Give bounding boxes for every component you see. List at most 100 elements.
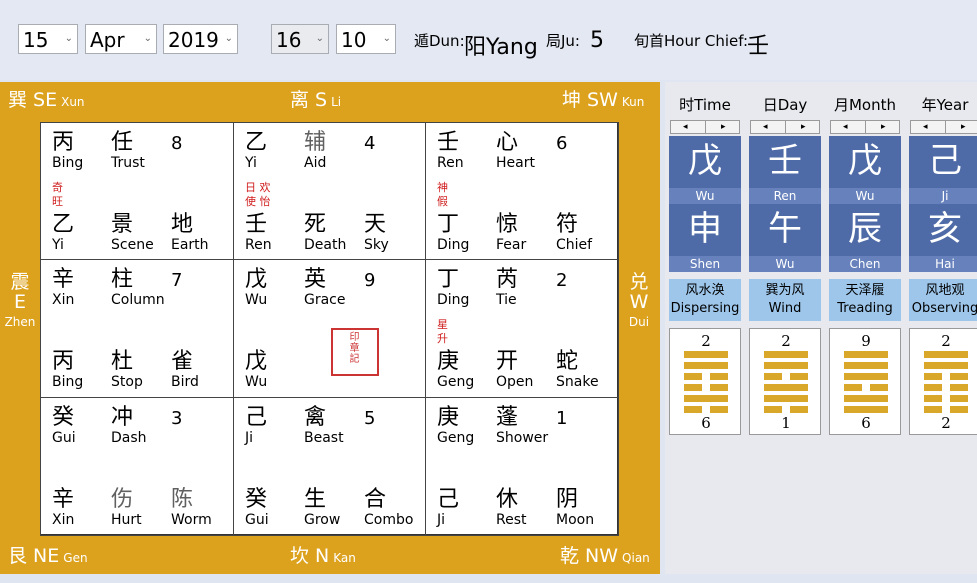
step-left-icon[interactable]: ◂ bbox=[683, 122, 688, 132]
hour-chief-value: 壬 bbox=[747, 34, 770, 59]
heaven-stem: 丙 bbox=[52, 130, 75, 155]
pillar-stem: 戊 Wu bbox=[829, 136, 901, 204]
hexagram-line bbox=[684, 406, 728, 413]
red-note-1: 星 bbox=[437, 318, 448, 331]
deity: 蛇 bbox=[556, 349, 579, 374]
step-right-icon[interactable]: ▸ bbox=[961, 122, 966, 132]
step-left-icon[interactable]: ◂ bbox=[763, 122, 768, 132]
deity: 符 bbox=[556, 212, 579, 237]
hour-select[interactable]: 16 ⌄ bbox=[271, 24, 329, 54]
star-name: Grace bbox=[304, 292, 346, 308]
earth-stem: 丁 bbox=[437, 212, 460, 237]
earth-stem-pinyin: Wu bbox=[245, 374, 268, 390]
dir-text: 坎 N bbox=[290, 545, 330, 567]
heaven-stem: 辛 bbox=[52, 267, 75, 292]
dir-pinyin: Li bbox=[331, 95, 342, 109]
hexagram-lines bbox=[924, 351, 968, 417]
door: 伤 bbox=[111, 487, 134, 512]
palace-cell: 庚 Geng 蓬 Shower 1 己 Ji 休 Rest 阴 Moon bbox=[425, 397, 619, 536]
hexagram-name: 巽为风 Wind bbox=[749, 279, 821, 321]
hexagram-top-number: 2 bbox=[701, 332, 711, 350]
dir-pinyin: Dui bbox=[628, 315, 650, 329]
stem-char: 戊 bbox=[848, 141, 882, 181]
step-right-icon[interactable]: ▸ bbox=[721, 122, 726, 132]
hexagram-english: Observing bbox=[911, 301, 977, 316]
hexagram-top-number: 2 bbox=[781, 332, 791, 350]
day-select[interactable]: 15 ⌄ bbox=[18, 24, 78, 54]
deity: 合 bbox=[364, 487, 387, 512]
star-name: Dash bbox=[111, 430, 147, 446]
dir-pinyin: Xun bbox=[61, 95, 85, 109]
deity-name: Moon bbox=[556, 512, 595, 528]
dir-text: 乾 NW bbox=[560, 545, 619, 567]
hexagram-line bbox=[844, 351, 888, 358]
branch-pinyin: Hai bbox=[909, 256, 977, 272]
dir-text: 巽 SE bbox=[8, 89, 58, 111]
red-note-2: 假 bbox=[437, 195, 448, 208]
hexagram-line bbox=[684, 373, 728, 380]
hexagram-line bbox=[924, 384, 968, 391]
pillar-branch: 亥 Hai bbox=[909, 204, 977, 272]
heaven-stem-pinyin: Geng bbox=[437, 430, 475, 446]
direction-n: 坎 N Kan bbox=[290, 546, 356, 568]
palace-number: 2 bbox=[556, 270, 568, 291]
star: 蓬 bbox=[496, 405, 519, 430]
hexagram-line bbox=[844, 362, 888, 369]
direction-sw: 坤 SW Kun bbox=[562, 90, 644, 112]
step-left-icon[interactable]: ◂ bbox=[843, 122, 848, 132]
hexagram-bottom-number: 2 bbox=[941, 414, 951, 432]
hexagram-line bbox=[684, 351, 728, 358]
hexagram-line bbox=[764, 395, 808, 402]
dir-text: E bbox=[13, 291, 26, 313]
door-name: Hurt bbox=[111, 512, 142, 528]
year-select[interactable]: 2019 ⌄ bbox=[163, 24, 238, 54]
palace-number: 5 bbox=[364, 408, 376, 429]
hexagram-card: 26 bbox=[669, 328, 741, 435]
earth-stem: 癸 bbox=[245, 487, 268, 512]
deity-name: Earth bbox=[171, 237, 209, 253]
red-note-2: 升 bbox=[437, 332, 448, 345]
hexagram-lines bbox=[684, 351, 728, 417]
direction-s: 离 S Li bbox=[290, 90, 341, 112]
palace-cell: 戊 Wu 英 Grace 9 戊 Wu bbox=[233, 259, 426, 398]
minute-select[interactable]: 10 ⌄ bbox=[336, 24, 396, 54]
earth-stem: 己 bbox=[437, 487, 460, 512]
pillar-stepper[interactable]: ◂ ▸ bbox=[910, 120, 977, 134]
year-value: 2019 bbox=[168, 28, 219, 52]
hexagram-line bbox=[764, 384, 808, 391]
heaven-stem: 癸 bbox=[52, 405, 75, 430]
pillar-stepper[interactable]: ◂ ▸ bbox=[750, 120, 820, 134]
hexagram-line bbox=[684, 362, 728, 369]
star-name: Heart bbox=[496, 155, 535, 171]
door-name: Stop bbox=[111, 374, 143, 390]
heaven-stem-pinyin: Xin bbox=[52, 292, 75, 308]
pillar-stepper[interactable]: ◂ ▸ bbox=[670, 120, 740, 134]
deity: 地 bbox=[171, 212, 194, 237]
pillar-header: 时Time bbox=[679, 96, 731, 114]
palace-cell: 辛 Xin 柱 Column 7 丙 Bing 杜 Stop 雀 Bird bbox=[40, 259, 234, 398]
hexagram-line bbox=[924, 395, 968, 402]
palace-number: 6 bbox=[556, 133, 568, 154]
deity-name: Combo bbox=[364, 512, 414, 528]
pillar-stepper[interactable]: ◂ ▸ bbox=[830, 120, 900, 134]
seal-stamp: 印章記 bbox=[331, 328, 379, 376]
step-right-icon[interactable]: ▸ bbox=[881, 122, 886, 132]
pillar-stem: 己 Ji bbox=[909, 136, 977, 204]
door-name: Death bbox=[304, 237, 347, 253]
month-select[interactable]: Apr ⌄ bbox=[85, 24, 157, 54]
branch-pinyin: Wu bbox=[749, 256, 821, 272]
palace-cell: 丁 Ding 芮 Tie 2 星升庚 Geng 开 Open 蛇 Snake bbox=[425, 259, 619, 398]
step-right-icon[interactable]: ▸ bbox=[801, 122, 806, 132]
stem-pinyin: Wu bbox=[829, 188, 901, 204]
day-value: 15 bbox=[23, 28, 49, 52]
step-left-icon[interactable]: ◂ bbox=[923, 122, 928, 132]
chevron-down-icon: ⌄ bbox=[143, 33, 152, 44]
deity: 天 bbox=[364, 212, 387, 237]
door: 死 bbox=[304, 212, 327, 237]
hexagram-line bbox=[844, 373, 888, 380]
dir-text: 兑 bbox=[629, 271, 649, 293]
chevron-down-icon: ⌄ bbox=[224, 33, 233, 44]
toolbar: 15 ⌄ Apr ⌄ 2019 ⌄ 16 ⌄ 10 ⌄ 遁Dun: 阳Yang 局Ju: … bbox=[0, 0, 977, 80]
hexagram-card: 21 bbox=[749, 328, 821, 435]
star-name: Shower bbox=[496, 430, 549, 446]
